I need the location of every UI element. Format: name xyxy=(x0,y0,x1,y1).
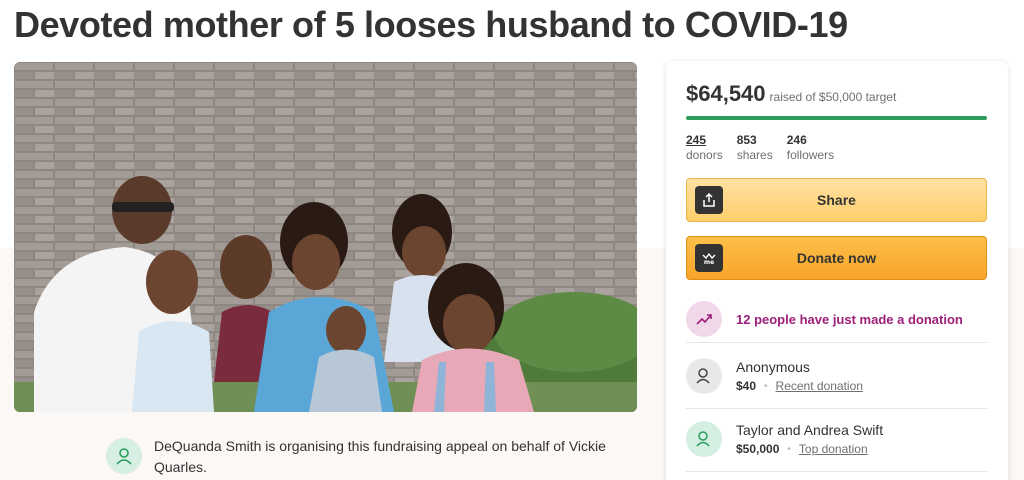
donation-item: Anonymous $40 • Recent donation xyxy=(686,358,987,408)
divider xyxy=(686,408,987,409)
stat-number: 246 xyxy=(786,133,807,147)
divider xyxy=(686,342,987,343)
top-donation-link[interactable]: Top donation xyxy=(799,442,868,456)
donation-item: Taylor and Andrea Swift $50,000 • Top do… xyxy=(686,421,987,471)
donation-meta: $50,000 • Top donation xyxy=(736,442,883,456)
campaign-stats: 245 donors 853 shares 246 followers xyxy=(686,133,988,163)
progress-fill xyxy=(686,116,987,120)
raised-target: raised of $50,000 target xyxy=(769,90,897,104)
donor-icon xyxy=(686,358,722,394)
share-icon xyxy=(695,186,723,214)
donor-name: Anonymous xyxy=(736,359,810,375)
stat-label: donors xyxy=(686,148,723,162)
stat-shares: 853 shares xyxy=(737,133,773,163)
donation-card: $64,540 raised of $50,000 target 245 don… xyxy=(666,61,1008,480)
donation-amount: $40 xyxy=(736,379,757,393)
donate-now-button[interactable]: me Donate now xyxy=(686,236,987,280)
share-button[interactable]: Share xyxy=(686,178,987,222)
stat-donors[interactable]: 245 donors xyxy=(686,133,723,163)
recent-donations-text: 12 people have just made a donation xyxy=(736,311,963,327)
donor-name: Taylor and Andrea Swift xyxy=(736,422,884,438)
donation-amount: $50,000 xyxy=(736,442,780,456)
person-icon xyxy=(106,438,142,474)
svg-text:me: me xyxy=(704,259,714,266)
donate-button-label: Donate now xyxy=(796,250,877,266)
recent-donation-link[interactable]: Recent donation xyxy=(776,379,863,393)
share-button-label: Share xyxy=(817,192,856,208)
organiser-info: DeQuanda Smith is organising this fundra… xyxy=(106,436,626,478)
donation-info: Taylor and Andrea Swift $50,000 • Top do… xyxy=(736,421,883,456)
donation-info: Anonymous $40 • Recent donation xyxy=(736,358,863,393)
stat-followers: 246 followers xyxy=(787,133,834,163)
campaign-photo xyxy=(14,62,637,412)
trending-up-icon xyxy=(686,301,722,337)
raised-amount: $64,540 xyxy=(686,81,766,106)
family-photo-illustration xyxy=(14,62,637,412)
organiser-text: DeQuanda Smith is organising this fundra… xyxy=(154,438,606,475)
donation-meta: $40 • Recent donation xyxy=(736,379,863,393)
campaign-title: Devoted mother of 5 looses husband to CO… xyxy=(14,4,848,45)
stat-number: 853 xyxy=(736,133,757,147)
recent-donations-notice: 12 people have just made a donation xyxy=(686,295,987,343)
divider xyxy=(686,471,987,472)
stat-label: followers xyxy=(786,148,835,162)
separator-dot: • xyxy=(787,443,791,455)
gofundme-logo-icon: me xyxy=(695,244,723,272)
separator-dot: • xyxy=(764,380,768,392)
stat-label: shares xyxy=(736,148,773,162)
progress-bar xyxy=(686,116,987,120)
raised-summary: $64,540 raised of $50,000 target xyxy=(686,81,988,107)
donor-icon xyxy=(686,421,722,457)
stat-number[interactable]: 245 xyxy=(686,133,723,148)
